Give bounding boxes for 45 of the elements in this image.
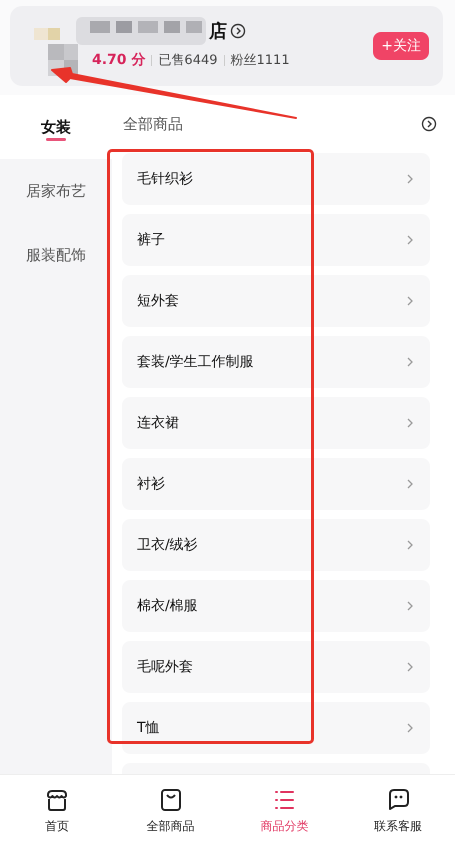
chevron-right-icon xyxy=(406,661,414,673)
chevron-right-icon xyxy=(406,417,414,429)
category-row[interactable]: 裤子 xyxy=(122,214,430,266)
chevron-right-icon xyxy=(406,539,414,551)
shop-name: 店 xyxy=(209,20,227,43)
category-row[interactable]: 套装/学生工作制服 xyxy=(122,336,430,388)
category-row[interactable]: 短外套 xyxy=(122,275,430,327)
sidebar-item[interactable]: 居家布艺 xyxy=(0,159,112,223)
tab-item[interactable]: 全部商品 xyxy=(114,775,228,853)
category-label: 短外套 xyxy=(137,292,179,310)
category-label: 棉衣/棉服 xyxy=(137,597,198,615)
chevron-right-icon xyxy=(406,600,414,612)
tab-item[interactable]: 首页 xyxy=(0,775,114,853)
category-row[interactable]: 毛针织衫 xyxy=(122,153,430,205)
category-label: 卫衣/绒衫 xyxy=(137,536,198,554)
chevron-right-icon xyxy=(406,173,414,185)
category-label: 连衣裙 xyxy=(137,414,179,432)
category-row[interactable]: 衬衫 xyxy=(122,458,430,510)
sidebar-item[interactable]: 服装配饰 xyxy=(0,223,112,287)
category-label: 毛针织衫 xyxy=(137,170,193,188)
category-row[interactable]: 棉衣/棉服 xyxy=(122,580,430,632)
category-label: 套装/学生工作制服 xyxy=(137,353,254,371)
category-row[interactable]: 毛呢外套 xyxy=(122,641,430,693)
sidebar-item[interactable]: 女装 xyxy=(0,95,112,159)
fans-count: 粉丝1111 xyxy=(230,52,290,69)
follow-button[interactable]: +关注 xyxy=(373,32,429,60)
chevron-right-icon xyxy=(406,722,414,734)
chevron-circle-icon[interactable] xyxy=(230,23,246,39)
category-label: 衬衫 xyxy=(137,475,165,493)
category-label: 毛呢外套 xyxy=(137,658,193,676)
shop-rating: 4.70 分 xyxy=(92,51,146,69)
category-row[interactable]: 卫衣/绒衫 xyxy=(122,519,430,571)
category-row[interactable]: 连衣裙 xyxy=(122,397,430,449)
chevron-right-icon xyxy=(406,356,414,368)
category-row[interactable]: T恤 xyxy=(122,702,430,754)
tab-item[interactable]: 联系客服 xyxy=(341,775,455,853)
category-title: 全部商品 xyxy=(123,114,183,134)
chevron-right-icon xyxy=(406,234,414,246)
chevron-right-icon xyxy=(406,295,414,307)
tab-item[interactable]: 商品分类 xyxy=(228,775,342,853)
category-label: 裤子 xyxy=(137,231,165,249)
chevron-circle-icon[interactable] xyxy=(421,116,437,132)
sold-count: 已售6449 xyxy=(158,52,218,69)
category-label: T恤 xyxy=(137,719,160,737)
chevron-right-icon xyxy=(406,478,414,490)
